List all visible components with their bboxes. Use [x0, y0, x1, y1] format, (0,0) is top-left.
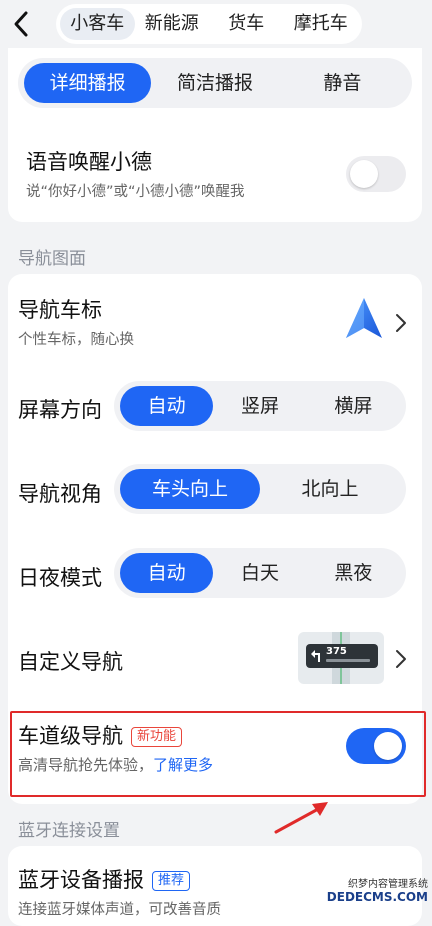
view-angle-selector: 车头向上 北向上: [114, 464, 406, 514]
preview-guidance-panel: 375: [306, 644, 378, 668]
broadcast-mute-option[interactable]: 静音: [279, 63, 406, 103]
watermark: 织梦内容管理系统 DEDECMS.COM: [310, 879, 428, 911]
nav-display-section-label: 导航图面: [18, 249, 86, 269]
day-night-selector: 自动 白天 黑夜: [114, 548, 406, 598]
orientation-landscape-option[interactable]: 横屏: [307, 386, 400, 426]
toggle-knob: [350, 160, 378, 188]
tab-car[interactable]: 小客车: [60, 8, 135, 40]
car-icon-title: 导航车标: [18, 298, 102, 322]
view-angle-label: 导航视角: [18, 482, 102, 506]
broadcast-concise-option[interactable]: 简洁播报: [151, 63, 278, 103]
bt-broadcast-subtitle: 连接蓝牙媒体声道，可改善音质: [18, 902, 221, 918]
bt-broadcast-title-row: 蓝牙设备播报 推荐: [18, 864, 191, 894]
screen-orientation-selector: 自动 竖屏 横屏: [114, 381, 406, 431]
car-icon-subtitle: 个性车标，随心换: [18, 332, 134, 348]
chevron-left-icon: [14, 11, 28, 37]
day-mode-option[interactable]: 白天: [213, 553, 306, 593]
car-icon-chevron-right-icon[interactable]: [394, 312, 408, 334]
watermark-line2: DEDECMS.COM: [326, 890, 428, 904]
vehicle-type-tabs: 小客车 新能源 货车 摩托车: [56, 4, 362, 44]
highlight-box: [10, 711, 426, 797]
turn-arrow-icon: [311, 650, 320, 662]
navigation-arrow-icon: [346, 298, 382, 338]
view-heading-up-option[interactable]: 车头向上: [120, 469, 260, 509]
night-mode-option[interactable]: 黑夜: [307, 553, 400, 593]
preview-road-name-bar: [326, 659, 370, 662]
custom-nav-chevron-right-icon[interactable]: [394, 648, 408, 670]
voice-wake-subtitle: 说“你好小德”或“小德小德”唤醒我: [26, 184, 245, 200]
voice-settings-card: 详细播报 简洁播报 静音 语音唤醒小德 说“你好小德”或“小德小德”唤醒我: [8, 48, 422, 222]
broadcast-detailed-option[interactable]: 详细播报: [24, 63, 152, 103]
orientation-auto-option[interactable]: 自动: [120, 386, 214, 426]
screen-orientation-label: 屏幕方向: [18, 398, 102, 422]
voice-wake-title: 语音唤醒小德: [26, 150, 152, 174]
day-night-auto-option[interactable]: 自动: [120, 553, 214, 593]
day-night-label: 日夜模式: [18, 566, 102, 590]
annotation-arrow-icon: [274, 802, 328, 834]
custom-nav-title: 自定义导航: [18, 650, 123, 674]
tab-truck[interactable]: 货车: [209, 8, 284, 40]
broadcast-mode-selector: 详细播报 简洁播报 静音: [18, 58, 412, 108]
back-button[interactable]: [6, 8, 36, 40]
top-bar: 小客车 新能源 货车 摩托车: [0, 0, 432, 48]
orientation-portrait-option[interactable]: 竖屏: [213, 386, 306, 426]
recommended-badge: 推荐: [152, 871, 191, 891]
tab-motorcycle[interactable]: 摩托车: [284, 8, 359, 40]
preview-distance: 375: [326, 646, 347, 657]
tab-new-energy[interactable]: 新能源: [135, 8, 210, 40]
custom-nav-preview[interactable]: 375: [298, 632, 384, 684]
voice-wake-toggle[interactable]: [346, 156, 406, 192]
bt-broadcast-title: 蓝牙设备播报: [18, 868, 144, 892]
view-north-up-option[interactable]: 北向上: [260, 469, 400, 509]
bluetooth-section-label: 蓝牙连接设置: [18, 821, 120, 841]
